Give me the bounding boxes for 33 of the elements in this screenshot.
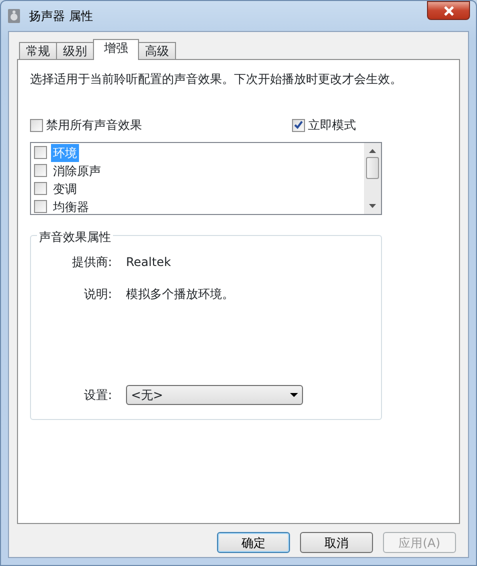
list-item[interactable]: 均衡器	[51, 198, 91, 214]
group-title: 声音效果属性	[37, 228, 113, 246]
tab[interactable]: 增强	[93, 39, 139, 60]
dialog-button[interactable]: 确定	[217, 532, 290, 553]
field-value: Realtek	[126, 254, 171, 271]
checkbox[interactable]	[34, 182, 47, 195]
checkbox[interactable]	[34, 146, 47, 159]
dialog-button[interactable]: 取消	[300, 532, 373, 553]
scroll-down-icon[interactable]	[369, 204, 376, 208]
checkbox-label: 立即模式	[308, 117, 356, 134]
field-label: 提供商:	[70, 254, 113, 271]
list-item[interactable]: 消除原声	[51, 162, 103, 180]
field-label: 设置:	[82, 387, 113, 404]
field-label: 说明:	[82, 286, 113, 303]
scrollbar-thumb[interactable]	[366, 157, 379, 179]
checkbox-label: 禁用所有声音效果	[46, 117, 142, 134]
scroll-up-icon[interactable]	[369, 149, 376, 153]
close-button[interactable]	[427, 1, 470, 20]
close-icon	[442, 6, 454, 16]
dropdown-arrow-icon	[290, 393, 298, 397]
description-text: 选择适用于当前聆听配置的声音效果。下次开始播放时更改才会生效。	[30, 72, 402, 87]
tab[interactable]: 常规	[19, 42, 57, 60]
checkbox[interactable]	[34, 200, 47, 213]
field-value: 模拟多个播放环境。	[126, 286, 234, 303]
list-item[interactable]: 变调	[51, 180, 79, 198]
checkbox[interactable]	[34, 164, 47, 177]
checkbox[interactable]	[30, 118, 43, 132]
setting-dropdown[interactable]: <无>	[126, 385, 303, 405]
speaker-icon	[7, 8, 21, 24]
checkbox[interactable]	[292, 118, 305, 132]
window-title: 扬声器 属性	[29, 8, 93, 25]
tab[interactable]: 级别	[56, 42, 94, 60]
tab[interactable]: 高级	[138, 42, 176, 60]
